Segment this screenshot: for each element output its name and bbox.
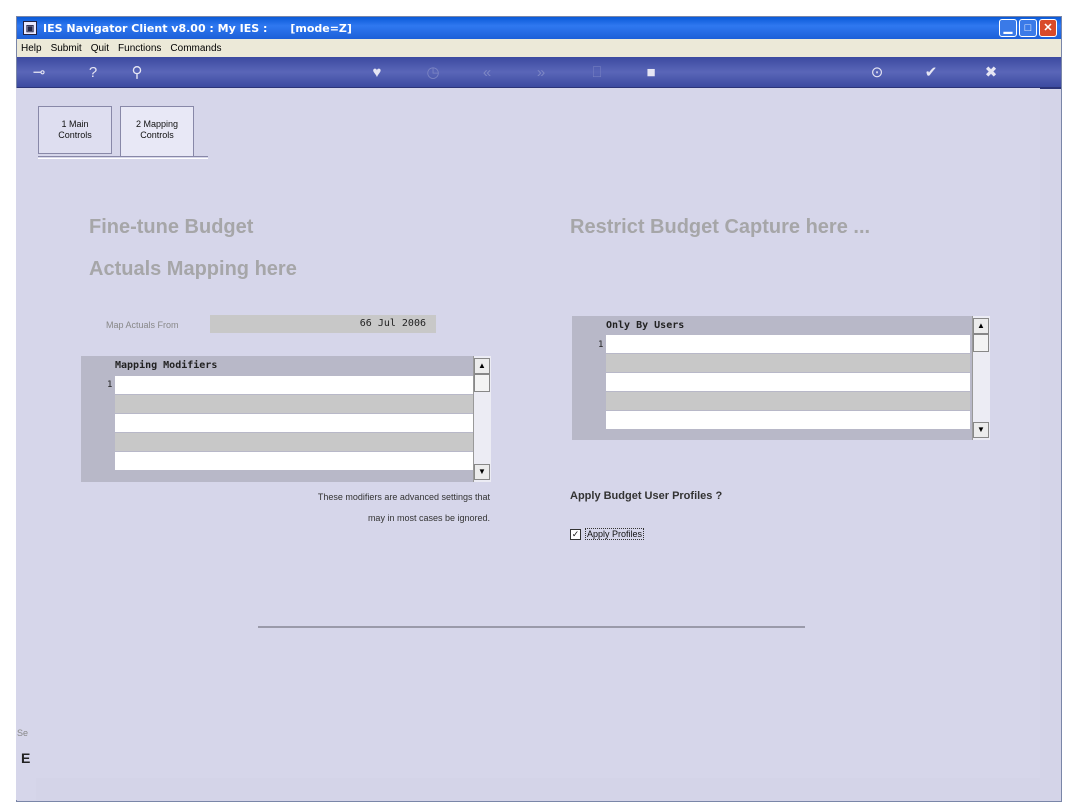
menu-bar: Help Submit Quit Functions Commands xyxy=(17,39,1061,57)
modifier-note-1: These modifiers are advanced settings th… xyxy=(317,492,490,502)
grid-row[interactable] xyxy=(606,411,970,429)
scroll-up-icon[interactable]: ▲ xyxy=(474,358,490,374)
grid-header: Mapping Modifiers xyxy=(115,360,218,371)
key-icon[interactable]: ⊸ xyxy=(27,63,51,83)
stop-icon[interactable]: ■ xyxy=(639,63,663,83)
apply-profiles-heading: Apply Budget User Profiles ? xyxy=(570,490,723,502)
tab-label: Controls xyxy=(58,130,92,140)
search-icon[interactable]: ⚲ xyxy=(125,63,149,83)
toolbar: ⊸ ? ⚲ ♥ ◷ « » ⎕ ■ ⊙ ✔ ✖ xyxy=(17,57,1061,89)
apply-profiles-checkbox[interactable]: ✓ Apply Profiles xyxy=(570,528,645,540)
modifier-note-2: may in most cases be ignored. xyxy=(367,513,490,523)
window-title: IES Navigator Client v8.00 : My IES : [m… xyxy=(43,21,352,35)
last-icon[interactable]: » xyxy=(529,63,553,83)
grid-row[interactable] xyxy=(606,392,970,410)
status-glyph: E xyxy=(21,750,31,766)
map-actuals-label: Map Actuals From xyxy=(106,320,179,330)
first-icon[interactable]: « xyxy=(475,63,499,83)
maximize-icon[interactable]: □ xyxy=(1019,19,1037,37)
check-icon[interactable]: ✓ xyxy=(570,528,581,540)
grid-row[interactable] xyxy=(115,414,473,432)
users-grid: Only By Users 1 ▲ ▼ xyxy=(572,316,990,440)
minimize-icon[interactable]: ▁ xyxy=(999,19,1017,37)
app-icon: ▣ xyxy=(23,21,37,35)
menu-help[interactable]: Help xyxy=(21,43,42,54)
scroll-up-icon[interactable]: ▲ xyxy=(973,318,989,334)
clock-icon[interactable]: ◷ xyxy=(421,63,445,83)
scrollbar[interactable]: ▲ ▼ xyxy=(972,316,990,440)
ok-icon[interactable]: ✔ xyxy=(919,63,943,83)
heart-icon[interactable]: ♥ xyxy=(365,63,389,83)
menu-commands[interactable]: Commands xyxy=(170,43,221,54)
scroll-down-icon[interactable]: ▼ xyxy=(973,422,989,438)
left-strip xyxy=(16,88,36,800)
grid-row[interactable] xyxy=(606,373,970,391)
scroll-thumb[interactable] xyxy=(973,334,989,352)
grid-row[interactable] xyxy=(115,376,473,394)
help-icon[interactable]: ? xyxy=(81,63,105,83)
new-icon[interactable]: ⎕ xyxy=(585,63,609,83)
tab-main-controls[interactable]: 1 Main Controls xyxy=(38,106,112,154)
row-number: 1 xyxy=(598,340,604,350)
scroll-down-icon[interactable]: ▼ xyxy=(474,464,490,480)
tab-label: 1 Main xyxy=(61,119,89,129)
row-number: 1 xyxy=(107,380,113,390)
divider xyxy=(258,626,805,628)
title-bar: ▣ IES Navigator Client v8.00 : My IES : … xyxy=(17,17,1061,39)
grid-header: Only By Users xyxy=(606,320,685,331)
mapping-modifiers-grid: Mapping Modifiers 1 ▲ ▼ xyxy=(81,356,491,482)
grid-row[interactable] xyxy=(606,335,970,353)
close-icon[interactable]: ✕ xyxy=(1039,19,1057,37)
status-label: Se xyxy=(17,728,29,738)
checkbox-label[interactable]: Apply Profiles xyxy=(585,528,645,540)
cancel-icon[interactable]: ✖ xyxy=(979,63,1003,83)
scrollbar[interactable]: ▲ ▼ xyxy=(473,356,491,482)
record-icon[interactable]: ⊙ xyxy=(865,63,889,83)
grid-row[interactable] xyxy=(115,452,473,470)
grid-row[interactable] xyxy=(606,354,970,372)
menu-functions[interactable]: Functions xyxy=(118,43,161,54)
grid-row[interactable] xyxy=(115,395,473,413)
grid-row[interactable] xyxy=(115,433,473,451)
scroll-thumb[interactable] xyxy=(474,374,490,392)
map-actuals-field[interactable]: 66 Jul 2006 xyxy=(210,315,436,333)
left-heading-1: Fine-tune Budget xyxy=(89,216,254,238)
tab-label: 2 Mapping xyxy=(135,119,179,129)
tab-label: Controls xyxy=(140,130,174,140)
tab-divider xyxy=(38,156,208,159)
tab-mapping-controls[interactable]: 2 Mapping Controls xyxy=(120,106,194,156)
left-heading-2: Actuals Mapping here xyxy=(89,258,297,280)
menu-submit[interactable]: Submit xyxy=(51,43,82,54)
menu-quit[interactable]: Quit xyxy=(91,43,109,54)
right-heading: Restrict Budget Capture here ... xyxy=(570,216,871,238)
